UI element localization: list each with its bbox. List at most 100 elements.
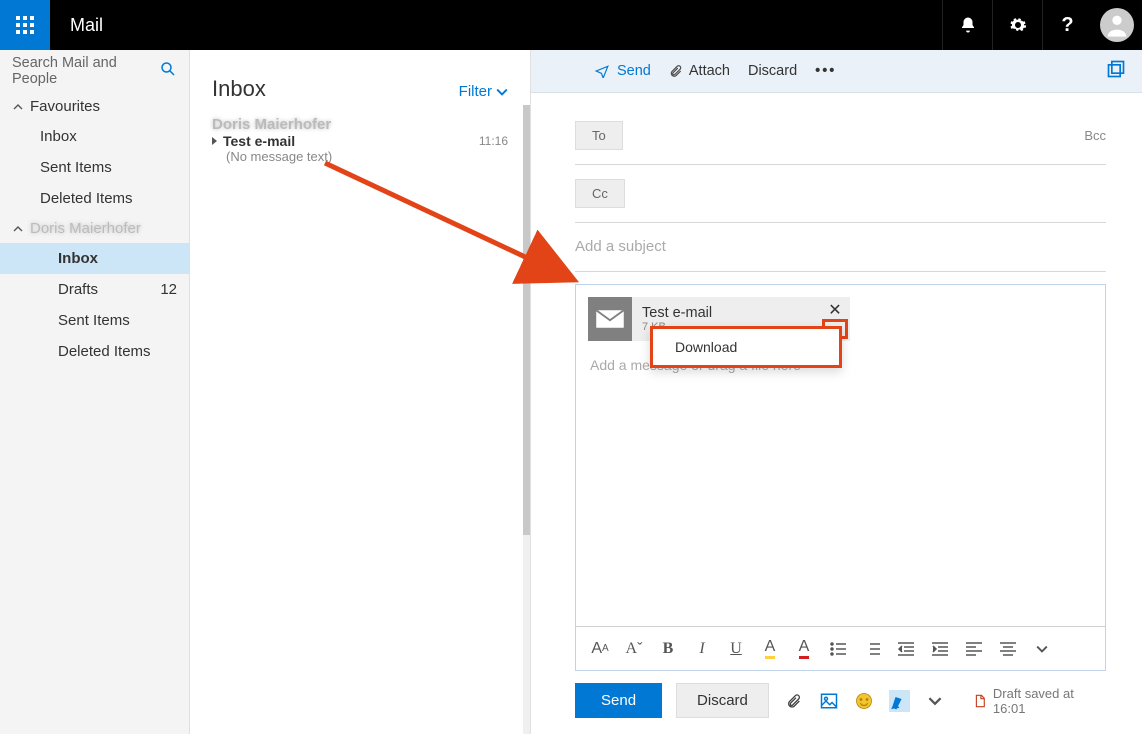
sidebar-item-inbox[interactable]: Inbox: [0, 243, 189, 274]
settings-button[interactable]: [992, 0, 1042, 50]
favourites-label: Favourites: [30, 98, 100, 115]
bell-icon: [959, 16, 977, 34]
attachment-remove-button[interactable]: ✕: [822, 299, 848, 321]
format-toolbar: AA Aˇ B I U A A: [576, 626, 1105, 670]
align-left-button[interactable]: [964, 639, 984, 659]
message-item[interactable]: Doris Maierhofer Test e-mail 11:16 (No m…: [190, 112, 530, 168]
popout-icon: [1106, 59, 1126, 79]
attachment-menu: Download: [650, 326, 842, 368]
bcc-link[interactable]: Bcc: [1084, 128, 1106, 143]
sidebar-item-deleted[interactable]: Deleted Items: [0, 336, 189, 367]
scrollbar[interactable]: [523, 105, 530, 734]
chevron-up-icon: [12, 101, 24, 113]
toolbar-send-button[interactable]: Send: [593, 63, 651, 79]
scrollbar-thumb[interactable]: [523, 105, 530, 535]
editor-placeholder[interactable]: Add a message or drag a file here: [576, 341, 1105, 626]
underline-button[interactable]: U: [726, 639, 746, 659]
help-button[interactable]: ?: [1042, 0, 1092, 50]
compose-toolbar: Send Attach Discard •••: [531, 50, 1142, 93]
paperclip-icon: [669, 63, 683, 79]
font-style-button[interactable]: Aˇ: [624, 639, 644, 659]
footer-more-button[interactable]: [924, 690, 945, 712]
toolbar-attach-button[interactable]: Attach: [669, 63, 730, 79]
compose-footer: Send Discard: [575, 671, 1106, 734]
list-title: Inbox: [212, 76, 459, 102]
align-center-button[interactable]: [998, 639, 1018, 659]
message-subject: Test e-mail: [223, 133, 473, 149]
profile-button[interactable]: [1092, 0, 1142, 50]
sidebar-item-sent[interactable]: Sent Items: [0, 305, 189, 336]
to-button[interactable]: To: [575, 121, 623, 150]
number-list-icon: [864, 642, 880, 656]
attachment-download-item[interactable]: Download: [653, 329, 839, 365]
indent-button[interactable]: [930, 639, 950, 659]
sidebar-item-fav-sent[interactable]: Sent Items: [0, 152, 189, 183]
subject-input[interactable]: [575, 238, 1106, 255]
waffle-icon: [16, 16, 34, 34]
app-title: Mail: [50, 15, 942, 36]
emoji-icon: [855, 692, 873, 710]
footer-emoji-button[interactable]: [854, 690, 875, 712]
image-icon: [820, 692, 838, 710]
sidebar-item-fav-inbox[interactable]: Inbox: [0, 121, 189, 152]
favourites-section[interactable]: Favourites: [0, 92, 189, 121]
send-icon: [593, 64, 611, 78]
footer-signature-button[interactable]: [889, 690, 910, 712]
bullet-list-button[interactable]: [828, 639, 848, 659]
font-color-button[interactable]: A: [794, 639, 814, 659]
popout-button[interactable]: [1106, 59, 1126, 84]
align-left-icon: [966, 642, 982, 656]
outdent-icon: [898, 642, 914, 656]
footer-attach-button[interactable]: [783, 690, 804, 712]
font-size-button[interactable]: AA: [590, 639, 610, 659]
ellipsis-icon: •••: [815, 63, 836, 79]
toolbar-discard-button[interactable]: Discard: [748, 63, 797, 79]
search-input[interactable]: Search Mail and People: [0, 50, 189, 92]
expand-icon: [212, 137, 217, 145]
cc-row[interactable]: Cc: [575, 165, 1106, 223]
account-label: Doris Maierhofer: [30, 220, 141, 237]
filter-button[interactable]: Filter: [459, 83, 508, 100]
sidebar-item-fav-deleted[interactable]: Deleted Items: [0, 183, 189, 214]
message-sender: Doris Maierhofer: [212, 116, 508, 133]
compose-pane: Send Attach Discard ••• To Bcc C: [530, 50, 1142, 734]
search-icon: [159, 60, 177, 83]
format-more-button[interactable]: [1032, 639, 1052, 659]
drafts-count: 12: [160, 281, 177, 298]
bold-button[interactable]: B: [658, 639, 678, 659]
app-header: Mail ?: [0, 0, 1142, 50]
to-row[interactable]: To Bcc: [575, 107, 1106, 165]
cc-button[interactable]: Cc: [575, 179, 625, 208]
bullet-list-icon: [830, 642, 846, 656]
gear-icon: [1009, 16, 1027, 34]
italic-button[interactable]: I: [692, 639, 712, 659]
discard-button[interactable]: Discard: [676, 683, 769, 718]
toolbar-more-button[interactable]: •••: [815, 63, 836, 79]
avatar: [1100, 8, 1134, 42]
highlight-button[interactable]: A: [760, 639, 780, 659]
document-icon: [973, 693, 987, 709]
signature-icon: [890, 692, 908, 710]
search-placeholder: Search Mail and People: [12, 55, 153, 87]
indent-icon: [932, 642, 948, 656]
chevron-down-icon: [496, 86, 508, 98]
sidebar-item-drafts[interactable]: Drafts 12: [0, 274, 189, 305]
mail-icon: [588, 297, 632, 341]
close-icon: ✕: [828, 300, 841, 320]
sidebar: Search Mail and People Favourites Inbox …: [0, 50, 190, 734]
number-list-button[interactable]: [862, 639, 882, 659]
notifications-button[interactable]: [942, 0, 992, 50]
draft-saved-status: Draft saved at 16:01: [973, 686, 1106, 716]
filter-label: Filter: [459, 83, 492, 100]
message-time: 11:16: [479, 134, 508, 148]
message-list: Inbox Filter Doris Maierhofer Test e-mai…: [190, 50, 530, 734]
app-launcher[interactable]: [0, 0, 50, 50]
send-button[interactable]: Send: [575, 683, 662, 718]
outdent-button[interactable]: [896, 639, 916, 659]
message-preview: (No message text): [212, 149, 508, 164]
paperclip-icon: [786, 692, 802, 710]
question-icon: ?: [1061, 14, 1073, 37]
account-section[interactable]: Doris Maierhofer: [0, 214, 189, 243]
chevron-down-icon: [1036, 643, 1048, 655]
footer-image-button[interactable]: [818, 690, 839, 712]
